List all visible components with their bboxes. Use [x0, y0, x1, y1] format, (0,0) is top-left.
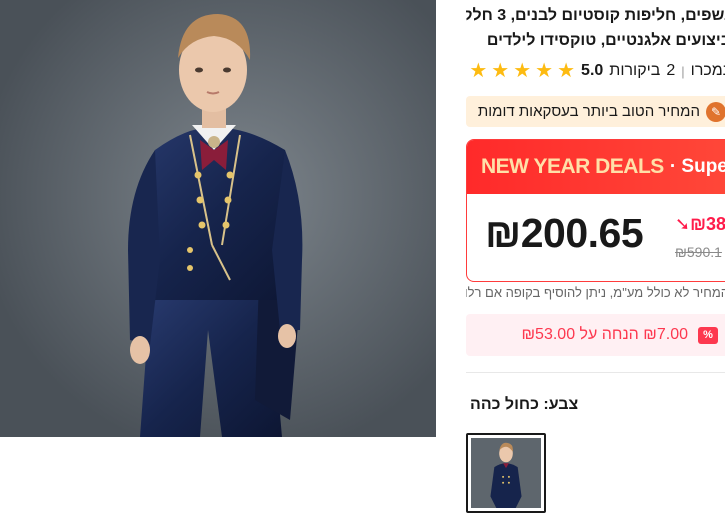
product-title-line-1: נשפים, חליפות קוסטיום לבנים, 3 חלקים, בל… — [466, 7, 725, 24]
coupon-box[interactable]: % ₪7.00 הנחה על ₪53.00 — [466, 314, 725, 356]
star-icon: ★ — [535, 60, 554, 82]
discount-badge: ➘₪38 — [675, 214, 725, 235]
deal-body: ₪200.65 ➘₪38 ₪590.1 — [467, 194, 725, 281]
swatch-thumbnail — [471, 438, 541, 508]
coupon-text: ₪7.00 הנחה על ₪53.00 — [521, 326, 688, 343]
product-info-panel: נשפים, חליפות קוסטיום לבנים, 3 חלקים, בל… — [466, 0, 725, 525]
color-selector-label: צבע: כחול כהה — [470, 396, 578, 414]
separator: | — [681, 63, 685, 79]
sold-count: נמכרו — [690, 62, 725, 79]
best-price-text: המחיר הטוב ביותר בעסקאות דומות — [477, 103, 700, 120]
best-price-banner[interactable]: ✎ המחיר הטוב ביותר בעסקאות דומות — [466, 96, 725, 127]
product-photo-illustration — [0, 0, 436, 437]
rating-row: נמכרו | 2 ביקורות 5.0 ★ ★ ★ ★ ★ — [466, 60, 725, 82]
deal-subtitle: · Super — [669, 156, 725, 177]
new-year-deal-card: NEW YEAR DEALS · Super ₪200.65 ➘₪38 ₪590… — [466, 139, 725, 282]
product-title: נשפים, חליפות קוסטיום לבנים, 3 חלקים, בל… — [466, 3, 725, 53]
swatch-illustration — [471, 438, 541, 508]
color-label: צבע: — [543, 396, 579, 413]
current-price: ₪200.65 — [485, 210, 644, 256]
vat-note: המחיר לא כולל מע"מ, ניתן להוסיף בקופה אם… — [466, 285, 725, 300]
deal-header: NEW YEAR DEALS · Super — [467, 140, 725, 194]
percent-icon: % — [698, 326, 718, 344]
color-swatch-navy[interactable] — [466, 433, 546, 513]
rating-stars[interactable]: ★ ★ ★ ★ ★ — [469, 61, 575, 81]
original-price: ₪590.1 — [675, 244, 722, 260]
star-icon: ★ — [469, 60, 488, 82]
star-icon: ★ — [513, 60, 532, 82]
product-title-line-2: ביצועים אלגנטיים, טוקסידו לילדים — [486, 32, 725, 49]
arrow-down-icon: ➘ — [675, 214, 691, 234]
currency-symbol: ₪ — [690, 214, 707, 234]
selected-color: כחול כהה — [470, 396, 539, 413]
reviews-count[interactable]: 2 — [666, 62, 675, 80]
reviews-label[interactable]: ביקורות — [609, 62, 660, 80]
divider — [466, 372, 725, 373]
deal-title: NEW YEAR DEALS — [481, 155, 664, 178]
star-icon: ★ — [491, 60, 510, 82]
star-icon: ★ — [557, 60, 576, 82]
rating-score: 5.0 — [581, 62, 604, 79]
product-main-image[interactable] — [0, 0, 436, 437]
discount-amount: 38 — [706, 214, 725, 234]
price-tag-icon: ✎ — [706, 101, 725, 122]
